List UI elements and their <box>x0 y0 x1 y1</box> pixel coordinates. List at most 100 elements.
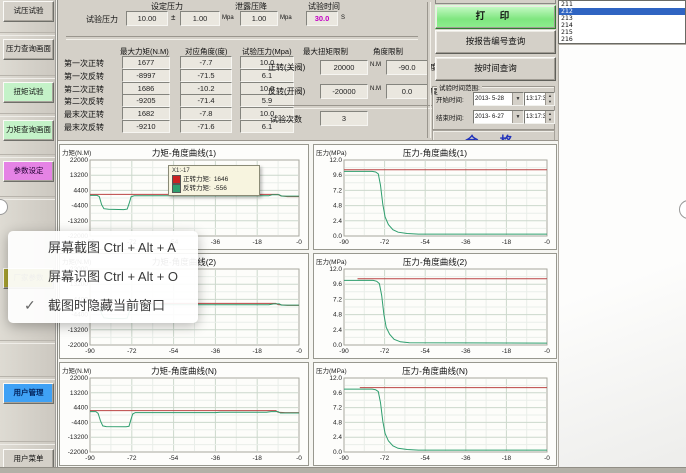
report-list-item-212[interactable]: 212 <box>559 8 685 15</box>
svg-text:9.6: 9.6 <box>333 390 342 397</box>
svg-text:-13200: -13200 <box>68 218 89 225</box>
sidebar-separator <box>0 340 55 344</box>
svg-text:-72: -72 <box>380 348 390 355</box>
svg-text:7.2: 7.2 <box>333 296 342 303</box>
chart-plot[interactable]: -90-72-54-36-18-012.09.67.24.82.40.0 <box>314 375 554 463</box>
test-count-field[interactable]: 3 <box>320 111 368 126</box>
limit-row-label-2: 反转(开阀) <box>268 86 305 97</box>
sidebar-item-5[interactable]: 参数设定 <box>3 161 54 182</box>
chart-panel-5[interactable]: 力矩(N.M)力矩-角度曲线(N)-90-72-54-36-18-0220001… <box>59 362 309 466</box>
svg-text:-36: -36 <box>211 239 221 246</box>
limit-angle-field-2[interactable]: 0.0 <box>386 84 428 99</box>
start-time-spin-icons[interactable]: ▲▼ <box>545 93 554 105</box>
svg-text:9.6: 9.6 <box>333 172 342 179</box>
svg-text:-0: -0 <box>544 348 550 355</box>
angle-value-2: -71.5 <box>180 69 232 82</box>
chart-plot[interactable]: -90-72-54-36-18-012.09.67.24.82.40.0 <box>314 157 554 247</box>
torque-value-6: -9210 <box>122 120 170 133</box>
chart-axis-unit-label: 压力(MPa) <box>316 256 347 266</box>
limit-torque-field-2[interactable]: -20000 <box>320 84 368 99</box>
report-list-item-216[interactable]: 216 <box>559 36 685 43</box>
print-button[interactable]: 打 印 <box>435 5 556 29</box>
sidebar-item-2[interactable]: 压力查询画面 <box>3 39 54 60</box>
context-menu-item-3[interactable]: ✓截图时隐藏当前窗口 <box>8 291 198 320</box>
chart-axis-unit-label: 压力(MPa) <box>316 147 347 157</box>
settings-separator <box>66 36 418 40</box>
forward-torque-swatch-icon <box>172 175 181 184</box>
context-menu-item-2[interactable]: 屏幕识图 Ctrl + Alt + O <box>8 262 198 291</box>
sidebar-separator <box>0 196 55 200</box>
reverse-torque-value: -556 <box>214 184 227 193</box>
leak-drop-unit: Mpa <box>280 15 292 21</box>
bottom-strip <box>0 467 686 473</box>
sidebar-item-4[interactable]: 力矩查询画面 <box>3 120 54 141</box>
plus-minus-label: ± <box>171 13 175 22</box>
chart-title: 压力-角度曲线(N) <box>314 363 556 377</box>
report-list-item-215[interactable]: 215 <box>559 29 685 36</box>
start-time-spinner[interactable]: 13:17:35▲▼ <box>524 92 555 106</box>
row-label-3: 第二次正转 <box>64 84 120 95</box>
chart-plot[interactable]: -90-72-54-36-18-012.09.67.24.82.40.0 <box>314 266 554 356</box>
svg-text:-18: -18 <box>252 455 262 462</box>
limit-torque-field-1[interactable]: 20000 <box>320 60 368 75</box>
context-menu-item-label: 截图时隐藏当前窗口 <box>48 298 165 313</box>
end-date-dropdown-icon[interactable]: ▼ <box>512 111 523 123</box>
svg-text:-18: -18 <box>502 348 512 355</box>
context-menu-item-label: 屏幕识图 Ctrl + Alt + O <box>48 269 178 284</box>
svg-text:-54: -54 <box>420 455 430 462</box>
report-list-item-213[interactable]: 213 <box>559 15 685 22</box>
report-list-item-214[interactable]: 214 <box>559 22 685 29</box>
leak-drop-field[interactable]: 1.00 <box>240 11 278 26</box>
svg-text:-36: -36 <box>461 348 471 355</box>
end-date-combo[interactable]: 2013- 6-27▼ <box>473 110 524 124</box>
test-pressure-label: 试验压力 <box>86 14 118 25</box>
torque-value-5: 1682 <box>122 107 170 120</box>
chart-panel-4[interactable]: 压力(MPa)压力-角度曲线(2)-90-72-54-36-18-012.09.… <box>313 253 557 359</box>
end-time-spinner[interactable]: 13:17:35▲▼ <box>524 110 555 124</box>
svg-text:-90: -90 <box>339 239 349 246</box>
test-pressure-field[interactable]: 10.00 <box>126 11 168 26</box>
limits-separator <box>268 105 433 109</box>
end-time-label: 结束时间: <box>436 112 464 122</box>
sidebar-item-3[interactable]: 扭矩试验 <box>3 82 54 103</box>
context-menu-item-1[interactable]: 屏幕截图 Ctrl + Alt + A <box>8 233 198 262</box>
svg-text:-0: -0 <box>296 239 302 246</box>
report-list-item-211[interactable]: 211 <box>559 1 685 8</box>
report-number-list[interactable]: 211212213214215216 <box>558 0 686 44</box>
svg-text:0.0: 0.0 <box>333 342 342 349</box>
limit-torque-unit-1: N.M <box>370 62 381 68</box>
end-time-spin-icons[interactable]: ▲▼ <box>545 111 554 123</box>
svg-text:-90: -90 <box>339 348 349 355</box>
chart-panel-2[interactable]: 压力(MPa)压力-角度曲线(1)-90-72-54-36-18-012.09.… <box>313 144 557 250</box>
row-label-5: 最末次正转 <box>64 109 120 120</box>
start-date-combo[interactable]: 2013- 5-28 ▼ <box>473 92 524 106</box>
test-time-field[interactable]: 30.0 <box>306 11 338 26</box>
sidebar-item-1[interactable]: 试压试验 <box>3 1 54 22</box>
chart-panel-6[interactable]: 压力(MPa)压力-角度曲线(N)-90-72-54-36-18-012.09.… <box>313 362 557 466</box>
chart-plot[interactable]: -90-72-54-36-18-022000132004400-4400-132… <box>60 375 306 463</box>
sidebar-item-7[interactable]: 用户管理 <box>3 383 54 404</box>
svg-text:-22000: -22000 <box>68 449 89 456</box>
chart-title: 压力-角度曲线(1) <box>314 145 556 159</box>
query-by-report-button[interactable]: 按报告编号查询 <box>435 30 556 54</box>
svg-text:-72: -72 <box>127 455 137 462</box>
test-count-label: 试验次数 <box>270 114 302 125</box>
svg-text:-54: -54 <box>420 348 430 355</box>
svg-text:-54: -54 <box>169 455 179 462</box>
svg-text:-72: -72 <box>380 455 390 462</box>
blank-side-panel <box>558 44 686 468</box>
screenshot-context-menu: 屏幕截图 Ctrl + Alt + A 屏幕识图 Ctrl + Alt + O ✓截… <box>8 231 198 323</box>
start-date-dropdown-icon[interactable]: ▼ <box>512 93 523 105</box>
query-by-time-button[interactable]: 按时间查询 <box>435 57 556 81</box>
svg-text:-90: -90 <box>85 348 95 355</box>
start-date-value: 2013- 5-28 <box>475 96 504 102</box>
test-time-unit: S <box>341 15 345 21</box>
svg-text:-54: -54 <box>169 348 179 355</box>
svg-text:-18: -18 <box>502 239 512 246</box>
test-pressure-unit: Mpa <box>222 15 234 21</box>
svg-text:-18: -18 <box>502 455 512 462</box>
angle-value-6: -71.6 <box>180 120 232 133</box>
limit-angle-field-1[interactable]: -90.0 <box>386 60 428 75</box>
limit-row-label-1: 正转(关阀) <box>268 62 305 73</box>
test-pressure-tolerance-field[interactable]: 1.00 <box>180 11 220 26</box>
